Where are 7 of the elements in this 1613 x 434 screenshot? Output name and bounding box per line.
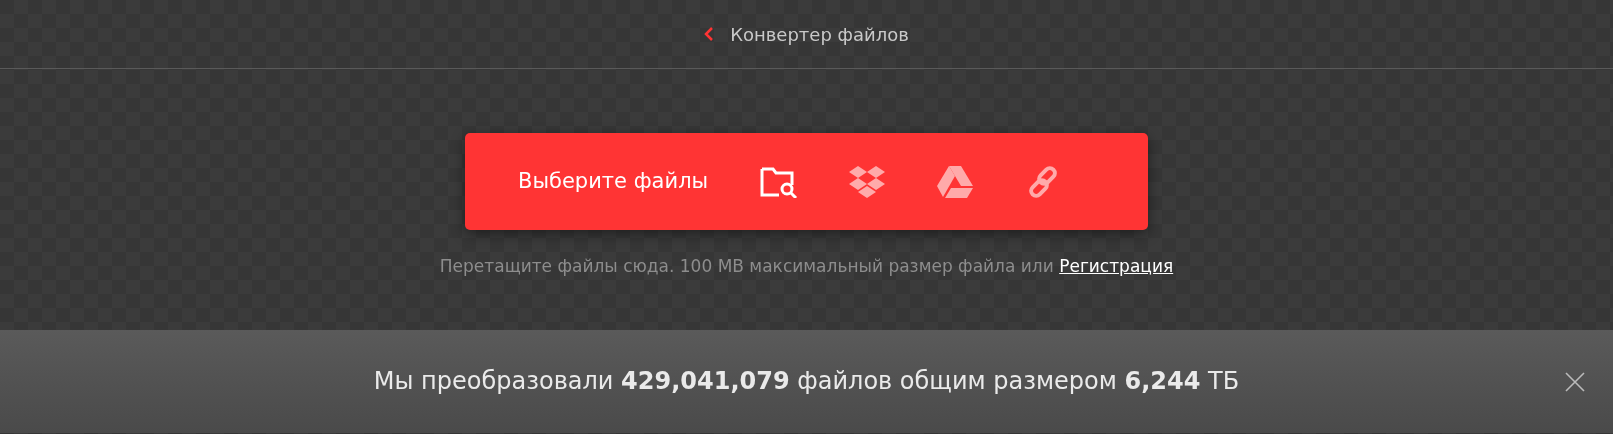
conversion-stats-text: Мы преобразовали 429,041,079 файлов общим размером 6,244 ТБ: [373, 366, 1240, 397]
close-icon[interactable]: [1565, 369, 1585, 394]
choose-files-button[interactable]: Выберите файлы: [465, 165, 735, 198]
register-link[interactable]: Регистрация: [1059, 256, 1174, 276]
back-link[interactable]: Конвертер файлов: [704, 20, 909, 48]
drop-hint-text: Перетащите файлы сюда. 100 MB максимальный размер файла или Регистрация: [439, 255, 1174, 278]
chevron-left-icon: [704, 26, 715, 42]
